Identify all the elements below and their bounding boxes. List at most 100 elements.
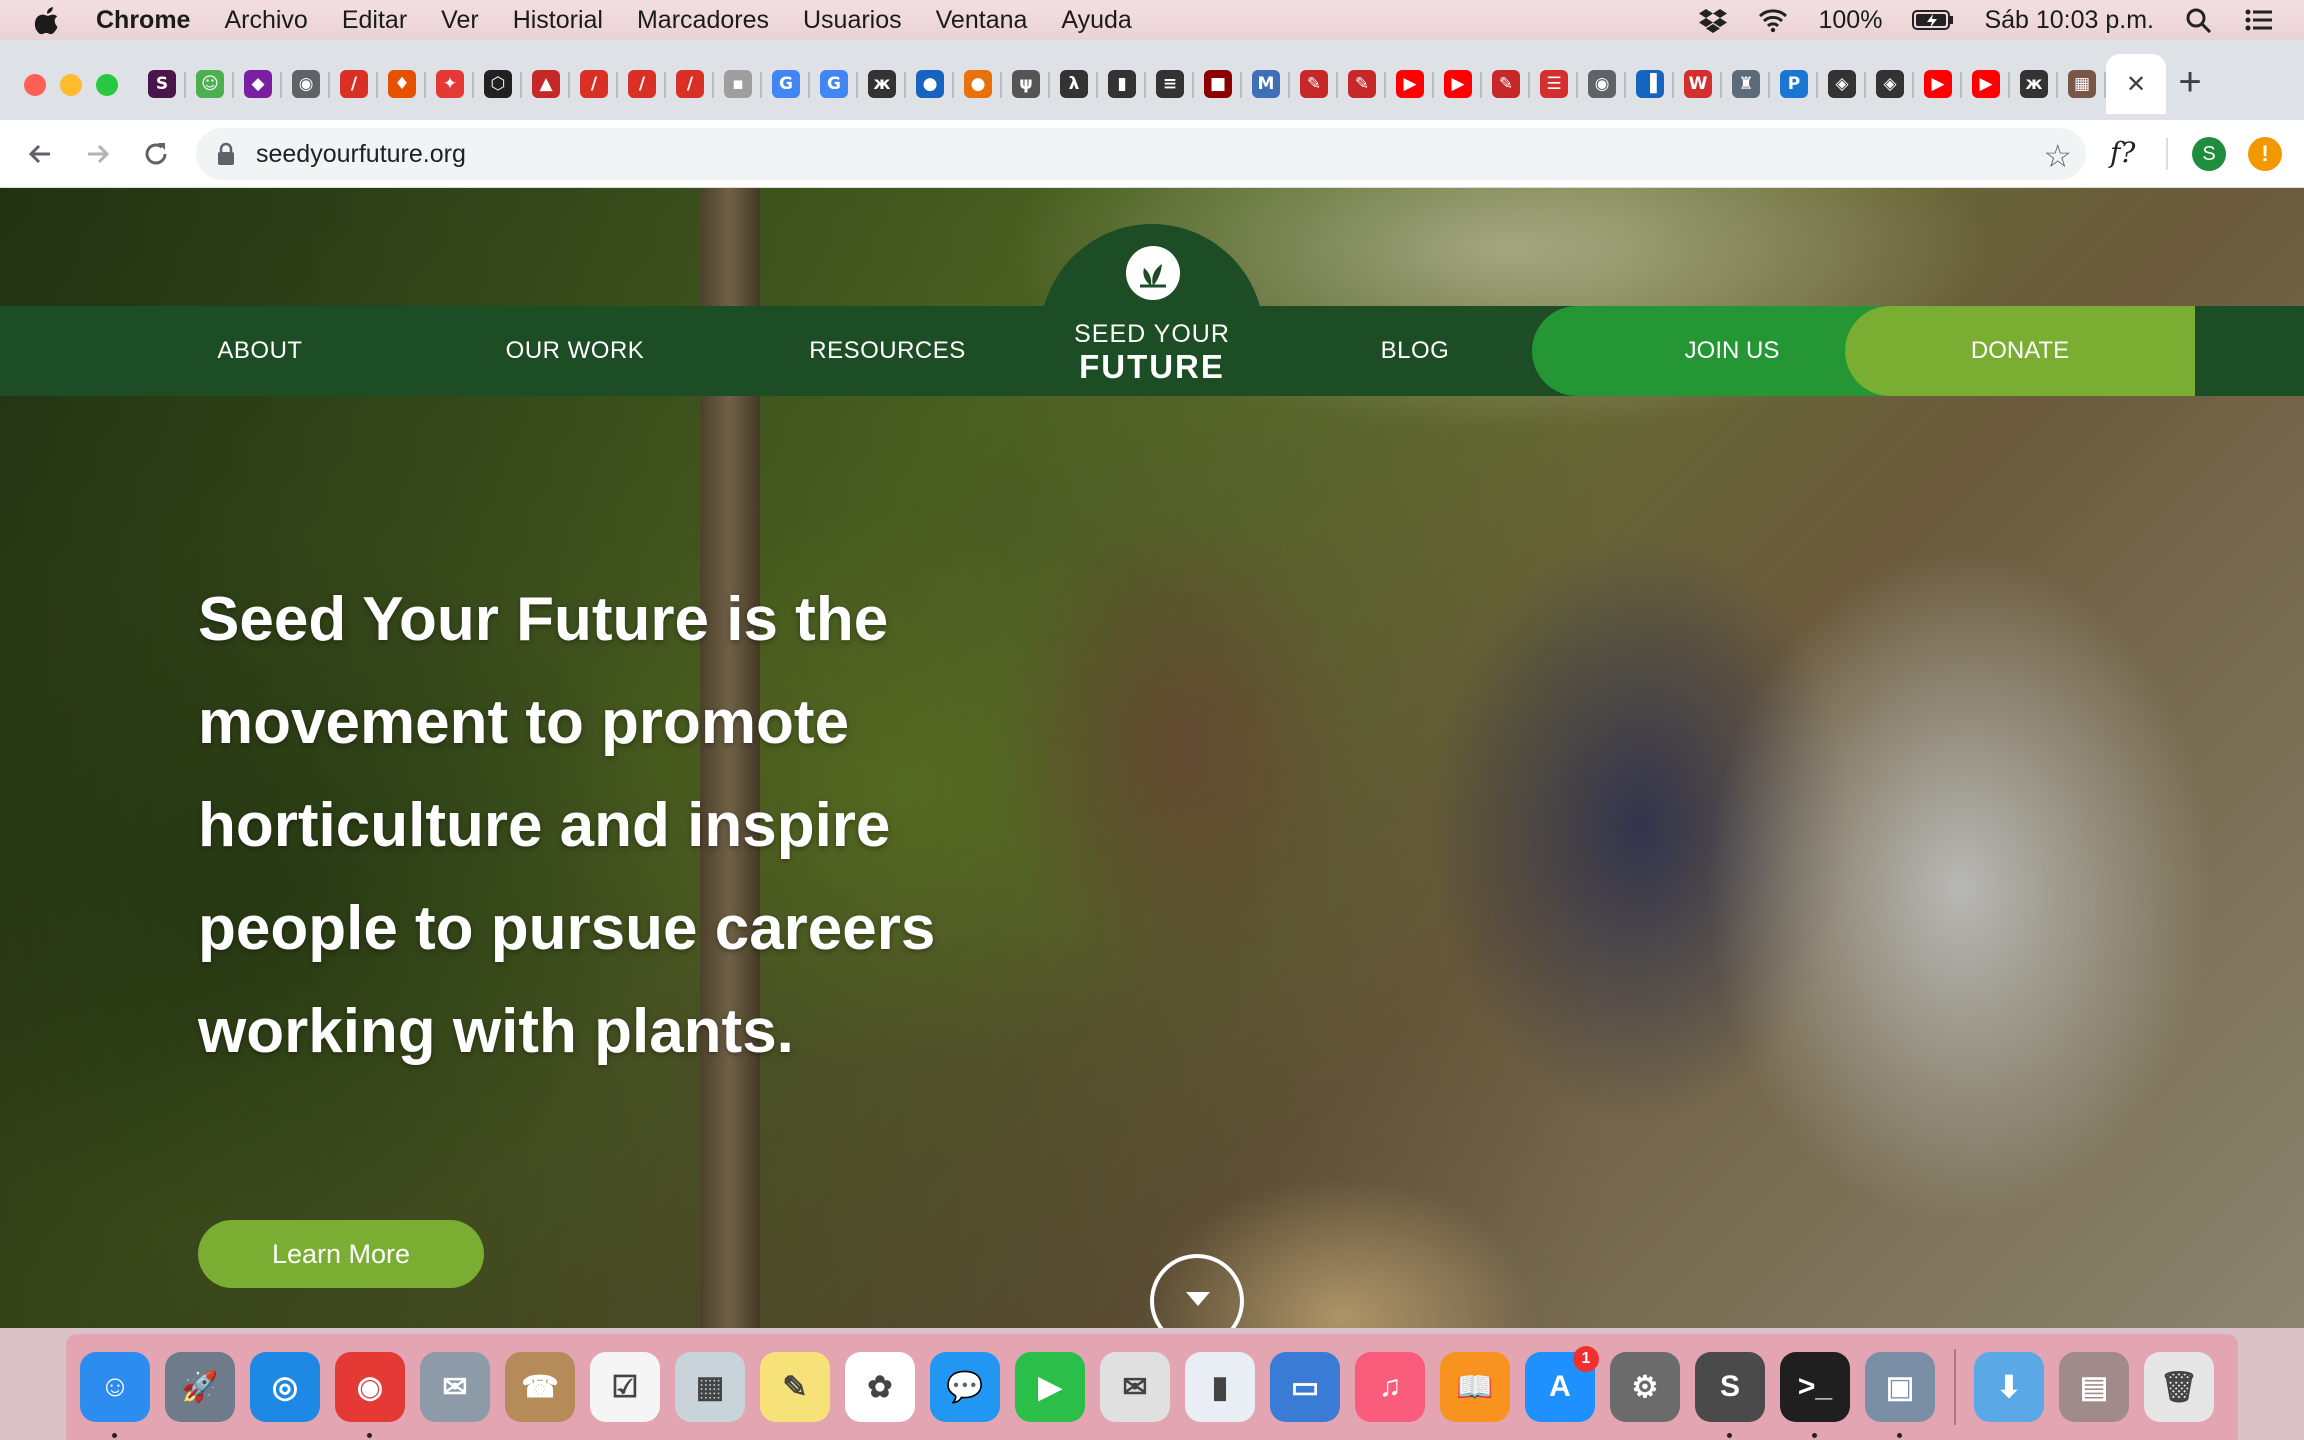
profile-avatar[interactable]: S [2192, 137, 2226, 171]
dock-item[interactable]: ▭ [1270, 1352, 1340, 1422]
learn-more-button[interactable]: Learn More [198, 1220, 484, 1288]
new-tab-button[interactable]: + [2168, 62, 2212, 106]
menu-usuarios[interactable]: Usuarios [803, 6, 902, 35]
browser-tab[interactable]: ◈ [1866, 54, 1914, 114]
browser-tab[interactable]: ■ [1194, 54, 1242, 114]
browser-tab[interactable]: W [1674, 54, 1722, 114]
browser-tab[interactable]: ☰ [1530, 54, 1578, 114]
window-zoom-button[interactable] [96, 74, 118, 96]
back-button[interactable] [18, 132, 62, 176]
browser-tab[interactable]: ◉ [1578, 54, 1626, 114]
browser-tab[interactable]: ◉ [282, 54, 330, 114]
apple-menu-icon[interactable] [34, 5, 62, 35]
browser-tab[interactable]: ▶ [1914, 54, 1962, 114]
menu-ayuda[interactable]: Ayuda [1061, 6, 1131, 35]
browser-tab[interactable]: G [762, 54, 810, 114]
dock-item[interactable]: ▮ [1185, 1352, 1255, 1422]
dock-item[interactable]: A1 [1525, 1346, 1599, 1422]
browser-tab[interactable]: ✎ [1290, 54, 1338, 114]
menu-archivo[interactable]: Archivo [224, 6, 307, 35]
browser-tab[interactable]: G [810, 54, 858, 114]
reload-button[interactable] [134, 132, 178, 176]
nav-about[interactable]: ABOUT [180, 306, 340, 396]
dock-item[interactable]: ▶ [1015, 1352, 1085, 1422]
update-alert-icon[interactable]: ! [2248, 137, 2282, 171]
dock-item[interactable]: ◉ [335, 1352, 405, 1438]
bookmark-star-icon[interactable]: ☆ [2043, 137, 2072, 175]
menu-marcadores[interactable]: Marcadores [637, 6, 769, 35]
nav-blog[interactable]: BLOG [1360, 306, 1470, 396]
nav-our-work[interactable]: OUR WORK [490, 306, 660, 396]
menu-editar[interactable]: Editar [342, 6, 407, 35]
browser-tab[interactable]: ▲ [522, 54, 570, 114]
browser-tab[interactable]: ✎ [1338, 54, 1386, 114]
dock-item[interactable]: ⚙ [1610, 1352, 1680, 1422]
forward-button[interactable] [76, 132, 120, 176]
dock-stack-item[interactable]: ⬇ [1974, 1352, 2044, 1422]
browser-tab[interactable]: / [666, 54, 714, 114]
browser-tab[interactable]: ● [906, 54, 954, 114]
browser-tab[interactable]: ψ [1002, 54, 1050, 114]
browser-tab[interactable]: ≡ [1146, 54, 1194, 114]
nav-resources[interactable]: RESOURCES [800, 306, 975, 396]
dock-item[interactable]: S [1695, 1352, 1765, 1438]
window-minimize-button[interactable] [60, 74, 82, 96]
browser-tab[interactable]: ✎ [1482, 54, 1530, 114]
wifi-icon[interactable] [1758, 7, 1788, 33]
browser-tab[interactable]: ⬡ [474, 54, 522, 114]
browser-tab[interactable]: ▶ [1434, 54, 1482, 114]
url-text[interactable]: seedyourfuture.org [256, 140, 466, 169]
battery-charging-icon[interactable] [1912, 7, 1954, 33]
browser-tab[interactable]: / [618, 54, 666, 114]
dock-item[interactable]: ▦ [675, 1352, 745, 1422]
dock-item[interactable]: ▣ [1865, 1352, 1935, 1438]
dock-item[interactable]: ✉ [1100, 1352, 1170, 1422]
window-close-button[interactable] [24, 74, 46, 96]
dropbox-icon[interactable] [1698, 7, 1728, 33]
menu-historial[interactable]: Historial [513, 6, 603, 35]
dock-item[interactable]: >_ [1780, 1352, 1850, 1438]
browser-tab[interactable]: M [1242, 54, 1290, 114]
menu-app-name[interactable]: Chrome [96, 6, 190, 35]
browser-tab[interactable]: / [570, 54, 618, 114]
dock-item[interactable]: 💬 [930, 1352, 1000, 1422]
donate-button[interactable]: DONATE [1845, 306, 2195, 396]
dock-item[interactable]: 🚀 [165, 1352, 235, 1422]
browser-tab[interactable]: ◆ [234, 54, 282, 114]
browser-tab[interactable]: S [138, 54, 186, 114]
menu-ver[interactable]: Ver [441, 6, 479, 35]
lock-icon[interactable] [216, 142, 236, 166]
menu-ventana[interactable]: Ventana [936, 6, 1028, 35]
browser-tab[interactable]: ж [2010, 54, 2058, 114]
address-bar[interactable]: seedyourfuture.org ☆ [196, 128, 2086, 180]
spotlight-search-icon[interactable] [2184, 7, 2214, 33]
close-tab-icon[interactable]: ✕ [2126, 70, 2146, 99]
dock-stack-item[interactable]: ▤ [2059, 1352, 2129, 1422]
dock-item[interactable]: ☺ [80, 1352, 150, 1438]
dock-item[interactable]: ✿ [845, 1352, 915, 1422]
dock-item[interactable]: ♫ [1355, 1352, 1425, 1422]
browser-tab[interactable]: / [330, 54, 378, 114]
dock-item[interactable]: ☑ [590, 1352, 660, 1422]
browser-tab[interactable]: ▶ [1386, 54, 1434, 114]
browser-tab[interactable]: ▪ [714, 54, 762, 114]
dock-item[interactable]: ◎ [250, 1352, 320, 1422]
dock-item[interactable]: ✎ [760, 1352, 830, 1422]
browser-tab[interactable]: ▐ [1626, 54, 1674, 114]
clock[interactable]: Sáb 10:03 p.m. [1984, 6, 2154, 35]
browser-tab[interactable]: λ [1050, 54, 1098, 114]
browser-tab[interactable]: ☺ [186, 54, 234, 114]
dock-item[interactable]: 📖 [1440, 1352, 1510, 1422]
dock-item[interactable]: ✉ [420, 1352, 490, 1422]
dock-stack-item[interactable]: 🗑 [2144, 1352, 2214, 1422]
browser-tab[interactable]: ▮ [1098, 54, 1146, 114]
browser-tab[interactable]: ◈ [1818, 54, 1866, 114]
browser-tab[interactable]: ▶ [1962, 54, 2010, 114]
browser-tab[interactable]: ♦ [378, 54, 426, 114]
browser-tab[interactable]: P [1770, 54, 1818, 114]
browser-tab[interactable]: ✦ [426, 54, 474, 114]
extension-button[interactable]: f? [2110, 136, 2135, 169]
browser-tab[interactable]: ж [858, 54, 906, 114]
browser-tab[interactable]: ♜ [1722, 54, 1770, 114]
dock-item[interactable]: ☎ [505, 1352, 575, 1422]
